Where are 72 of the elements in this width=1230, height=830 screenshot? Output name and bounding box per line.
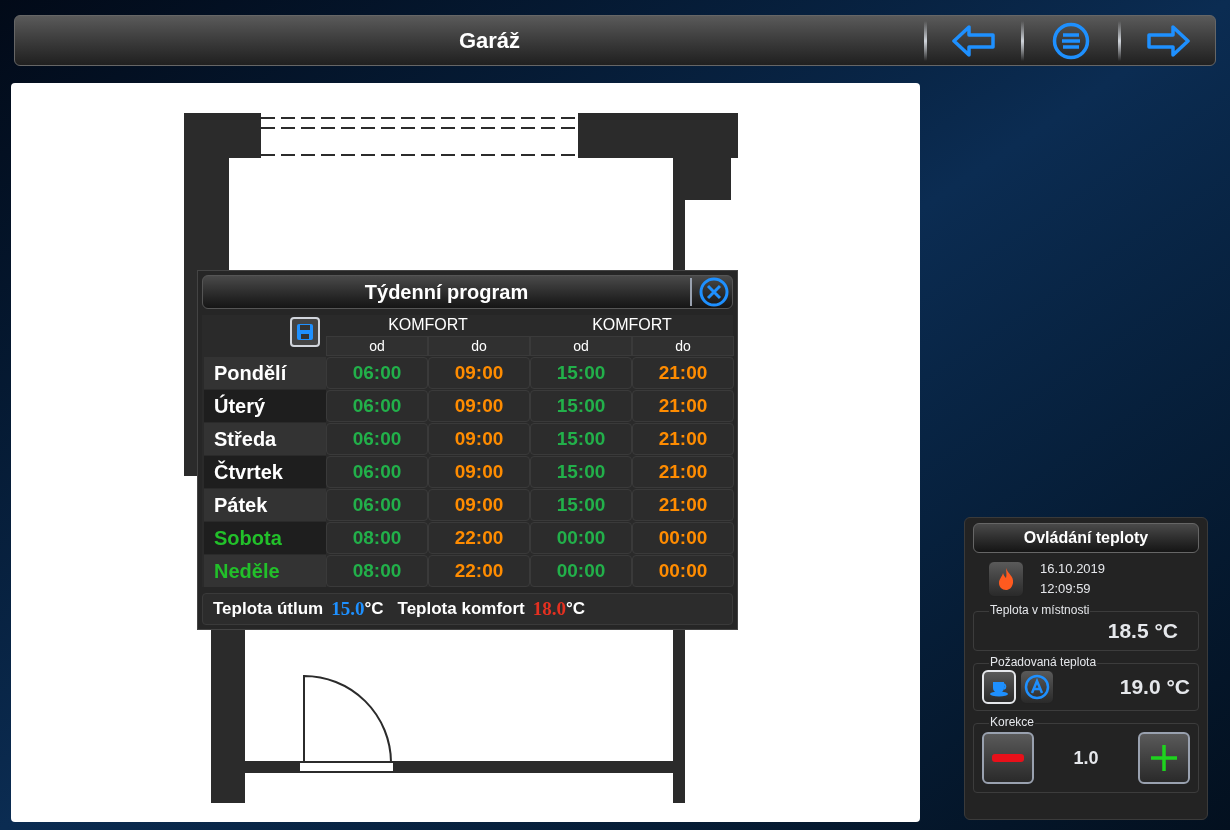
day-name: Čtvrtek — [204, 456, 326, 488]
page-title: Garáž — [457, 27, 522, 55]
day-name: Středa — [204, 423, 326, 455]
day-name: Úterý — [204, 390, 326, 422]
time-cell[interactable]: 06:00 — [326, 390, 428, 422]
day-name: Pondělí — [204, 357, 326, 389]
time-cell[interactable]: 00:00 — [632, 522, 734, 554]
time-cell[interactable]: 15:00 — [530, 456, 632, 488]
close-button[interactable] — [698, 276, 730, 308]
time-cell[interactable]: 21:00 — [632, 390, 734, 422]
column-group-header: KOMFORT — [591, 315, 673, 335]
auto-icon — [1024, 674, 1050, 700]
time-cell[interactable]: 06:00 — [326, 456, 428, 488]
time-cell[interactable]: 00:00 — [530, 555, 632, 587]
group-label: Požadovaná teplota — [989, 655, 1098, 669]
date-text: 16.10.2019 — [1040, 560, 1106, 578]
room-temperature: 18.5 °C — [1107, 618, 1178, 645]
menu-icon — [1052, 21, 1090, 60]
right-arrow-icon — [1146, 24, 1190, 57]
column-header: do — [428, 336, 530, 356]
time-cell[interactable]: 15:00 — [530, 357, 632, 389]
day-name: Pátek — [204, 489, 326, 521]
group-label: Teplota v místnosti — [989, 603, 1091, 617]
time-cell[interactable]: 06:00 — [326, 489, 428, 521]
time-text: 12:09:59 — [1040, 580, 1092, 598]
time-cell[interactable]: 15:00 — [530, 390, 632, 422]
comfort-unit: °C — [565, 598, 586, 621]
time-cell[interactable]: 21:00 — [632, 489, 734, 521]
time-cell[interactable]: 06:00 — [326, 423, 428, 455]
column-header: od — [326, 336, 428, 356]
comfort-value[interactable]: 18.0 — [532, 594, 566, 624]
plus-icon — [1149, 743, 1179, 773]
time-cell[interactable]: 21:00 — [632, 423, 734, 455]
panel-title: Ovládání teploty — [1023, 528, 1149, 548]
time-cell[interactable]: 09:00 — [428, 489, 530, 521]
time-cell[interactable]: 22:00 — [428, 555, 530, 587]
heating-button[interactable] — [988, 561, 1024, 597]
time-cell[interactable]: 00:00 — [530, 522, 632, 554]
flame-icon — [997, 567, 1015, 591]
setback-label: Teplota útlum — [213, 598, 324, 621]
time-cell[interactable]: 21:00 — [632, 357, 734, 389]
day-name: Sobota — [204, 522, 326, 554]
minus-icon — [992, 754, 1024, 762]
mode-button[interactable] — [1020, 670, 1054, 704]
minus-button[interactable] — [982, 732, 1034, 784]
column-group-header: KOMFORT — [387, 315, 469, 335]
plus-button[interactable] — [1138, 732, 1190, 784]
group-label: Korekce — [989, 715, 1036, 729]
time-cell[interactable]: 22:00 — [428, 522, 530, 554]
close-icon — [699, 277, 729, 307]
time-cell[interactable]: 08:00 — [326, 522, 428, 554]
time-cell[interactable]: 09:00 — [428, 423, 530, 455]
dialog-title: Týdenní program — [363, 280, 530, 305]
time-cell[interactable]: 06:00 — [326, 357, 428, 389]
column-header: do — [632, 336, 734, 356]
save-button[interactable] — [290, 317, 320, 347]
time-cell[interactable]: 21:00 — [632, 456, 734, 488]
time-cell[interactable]: 09:00 — [428, 456, 530, 488]
time-cell[interactable]: 08:00 — [326, 555, 428, 587]
target-temperature: 19.0 °C — [1119, 674, 1190, 701]
correction-value: 1.0 — [1073, 746, 1099, 770]
day-name: Neděle — [204, 555, 326, 587]
time-cell[interactable]: 09:00 — [428, 390, 530, 422]
left-arrow-icon — [952, 24, 996, 57]
setback-unit: °C — [364, 598, 384, 621]
time-cell[interactable]: 15:00 — [530, 423, 632, 455]
comfort-label: Teplota komfort — [397, 598, 525, 621]
time-cell[interactable]: 00:00 — [632, 555, 734, 587]
setback-value[interactable]: 15.0 — [331, 594, 365, 624]
time-cell[interactable]: 15:00 — [530, 489, 632, 521]
time-cell[interactable]: 09:00 — [428, 357, 530, 389]
column-header: od — [530, 336, 632, 356]
